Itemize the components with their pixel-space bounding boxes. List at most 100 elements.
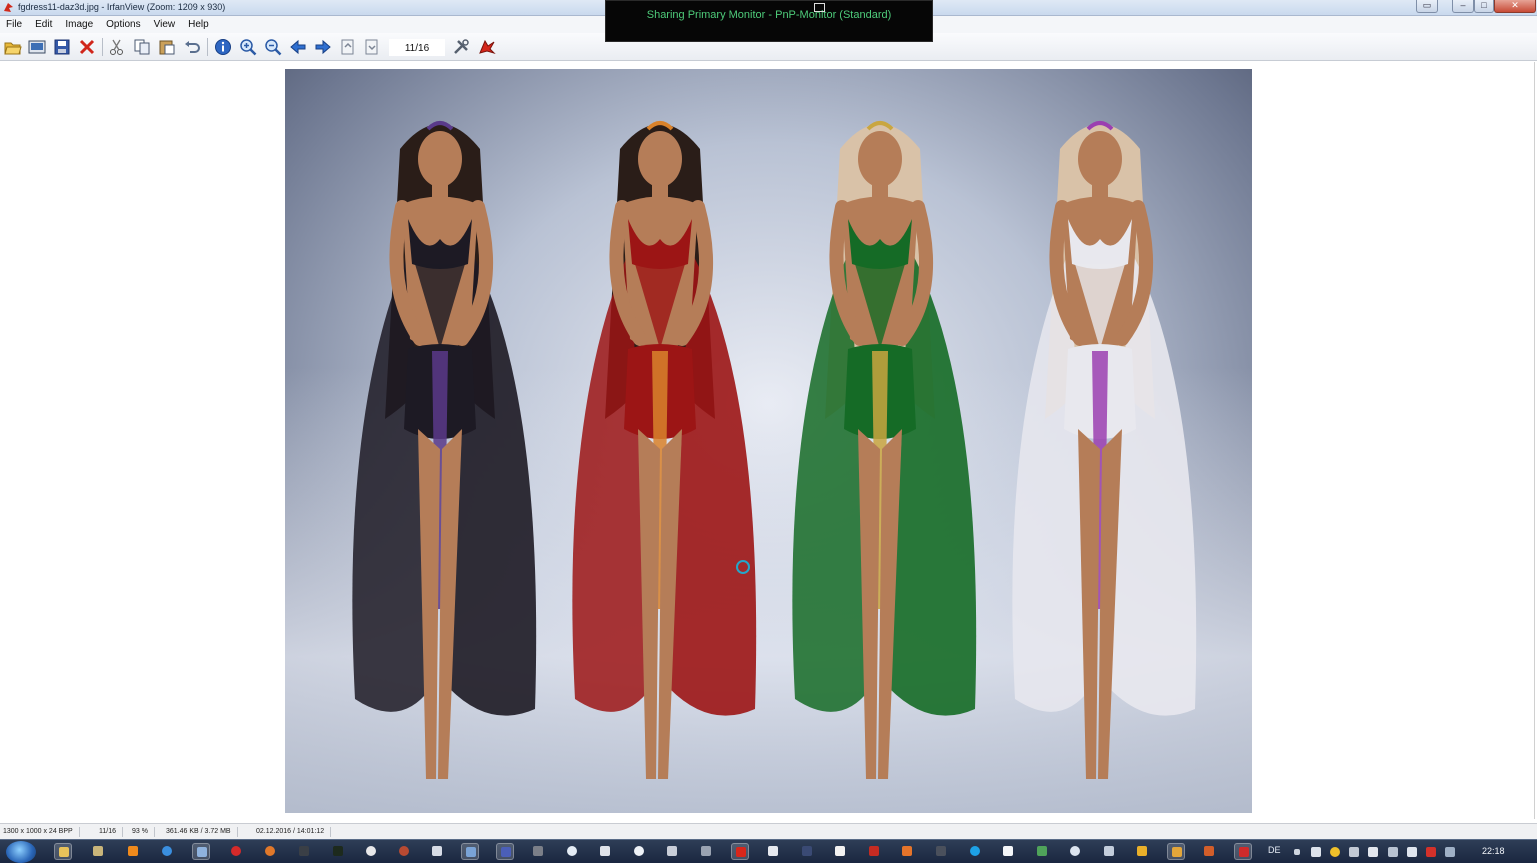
open-icon[interactable] xyxy=(3,37,23,57)
status-bar: 1300 x 1000 x 24 BPP 11/16 93 % 361.46 K… xyxy=(0,823,1537,839)
tray-volume-icon[interactable] xyxy=(1407,847,1417,857)
undo-icon[interactable] xyxy=(182,37,202,57)
tray-app-icon[interactable] xyxy=(1311,847,1321,857)
explorer-task-icon[interactable] xyxy=(54,843,72,860)
about-icon[interactable] xyxy=(477,37,497,57)
zoom-out-icon[interactable] xyxy=(263,37,283,57)
app-butterfly2-task-icon[interactable] xyxy=(1200,843,1218,860)
tray-network-icon[interactable] xyxy=(1388,847,1398,857)
next-icon[interactable] xyxy=(313,37,333,57)
app-z-task-icon[interactable] xyxy=(428,843,446,860)
irfanview-logo-icon xyxy=(4,3,13,12)
zoom-in-icon[interactable] xyxy=(238,37,258,57)
copy-icon[interactable] xyxy=(132,37,152,57)
menu-file[interactable]: File xyxy=(6,19,22,30)
app-red-task-icon[interactable] xyxy=(395,843,413,860)
status-filesize: 361.46 KB / 3.72 MB xyxy=(166,827,238,837)
figure-black-dress xyxy=(330,89,550,809)
slideshow-icon[interactable] xyxy=(27,37,47,57)
status-datetime: 02.12.2016 / 14:01:12 xyxy=(256,827,332,837)
start-button[interactable] xyxy=(6,841,36,863)
firefox-task-icon[interactable] xyxy=(261,843,279,860)
windows-taskbar: DE 22:18 xyxy=(0,839,1537,863)
app-doc-task-icon[interactable] xyxy=(764,843,782,860)
app-gray2-task-icon[interactable] xyxy=(932,843,950,860)
status-zoom: 93 % xyxy=(132,827,155,837)
monitor-task-icon[interactable] xyxy=(1100,843,1118,860)
delete-icon[interactable] xyxy=(77,37,97,57)
last-page-icon[interactable] xyxy=(362,37,382,57)
app-swirl-task-icon[interactable] xyxy=(563,843,581,860)
previous-icon[interactable] xyxy=(288,37,308,57)
menu-options[interactable]: Options xyxy=(106,19,140,30)
sharing-banner-text: Sharing Primary Monitor - PnP-Monitor (S… xyxy=(646,9,892,21)
app-k-task-icon[interactable] xyxy=(798,843,816,860)
app-grey-task-icon[interactable] xyxy=(529,843,547,860)
terminal-task-icon[interactable] xyxy=(329,843,347,860)
status-index: 11/16 xyxy=(99,827,123,837)
app-grid-task-icon[interactable] xyxy=(1167,843,1185,860)
sharing-monitor-icon[interactable] xyxy=(814,3,825,12)
figure-white-dress xyxy=(990,89,1210,809)
filezilla-task-icon[interactable] xyxy=(865,843,883,860)
tray-tool-icon[interactable] xyxy=(1349,847,1359,857)
opera-task-icon[interactable] xyxy=(227,843,245,860)
figure-red-dress xyxy=(550,89,770,809)
save-icon[interactable] xyxy=(52,37,72,57)
toolbar-separator xyxy=(207,38,208,56)
app-e-task-icon[interactable] xyxy=(1066,843,1084,860)
app-dash-task-icon[interactable] xyxy=(697,843,715,860)
ie-task-icon[interactable] xyxy=(158,843,176,860)
window-title: fgdress11-daz3d.jpg - IrfanView (Zoom: 1… xyxy=(18,2,226,12)
displayed-image xyxy=(285,69,1252,813)
first-page-icon[interactable] xyxy=(338,37,358,57)
app-pen-task-icon[interactable] xyxy=(1133,843,1151,860)
menu-edit[interactable]: Edit xyxy=(35,19,52,30)
clock-task-icon[interactable] xyxy=(362,843,380,860)
app-gear-task-icon[interactable] xyxy=(461,843,479,860)
cut-icon[interactable] xyxy=(107,37,127,57)
image-canvas[interactable] xyxy=(2,62,1535,819)
close-button[interactable]: ✕ xyxy=(1494,0,1536,13)
status-dimensions: 1300 x 1000 x 24 BPP xyxy=(3,827,80,837)
app-butterfly-task-icon[interactable] xyxy=(898,843,916,860)
busy-cursor-icon xyxy=(736,560,750,574)
tray-expand-icon[interactable] xyxy=(1294,849,1300,855)
skype-task-icon[interactable] xyxy=(966,843,984,860)
menu-help[interactable]: Help xyxy=(188,19,209,30)
properties-icon[interactable] xyxy=(451,37,471,57)
app-photo-task-icon[interactable] xyxy=(831,843,849,860)
screen-sharing-banner: Sharing Primary Monitor - PnP-Monitor (S… xyxy=(605,0,933,42)
figure-illustration xyxy=(572,121,757,779)
tool-task-icon[interactable] xyxy=(89,843,107,860)
daz-studio-task-icon[interactable] xyxy=(295,843,313,860)
tray-sync-icon[interactable] xyxy=(1445,847,1455,857)
page-indicator: 11/16 xyxy=(389,39,445,56)
figure-illustration xyxy=(792,121,977,779)
app-shield-task-icon[interactable] xyxy=(1234,843,1252,860)
app-x-task-icon[interactable] xyxy=(596,843,614,860)
notepad-task-icon[interactable] xyxy=(999,843,1017,860)
figure-green-dress xyxy=(770,89,990,809)
info-icon[interactable] xyxy=(213,37,233,57)
chat-task-icon[interactable] xyxy=(630,843,648,860)
vlc-task-icon[interactable] xyxy=(124,843,142,860)
menu-view[interactable]: View xyxy=(154,19,176,30)
maximize-button[interactable]: □ xyxy=(1474,0,1494,13)
app-task-icon[interactable] xyxy=(192,843,210,860)
paste-icon[interactable] xyxy=(157,37,177,57)
tray-mail-icon[interactable] xyxy=(1426,847,1436,857)
irfanview-task-icon[interactable] xyxy=(731,843,749,860)
menu-image[interactable]: Image xyxy=(65,19,93,30)
language-indicator[interactable]: DE xyxy=(1268,845,1281,855)
app-uv-task-icon[interactable] xyxy=(663,843,681,860)
app-tree-task-icon[interactable] xyxy=(1033,843,1051,860)
minimize-button[interactable]: – xyxy=(1452,0,1474,13)
tray-flag-icon[interactable] xyxy=(1368,847,1378,857)
taskbar-clock[interactable]: 22:18 xyxy=(1482,846,1505,856)
irfanview-window: fgdress11-daz3d.jpg - IrfanView (Zoom: 1… xyxy=(0,0,1537,863)
restore-alt-button[interactable]: ▭ xyxy=(1416,0,1438,13)
tray-norton-icon[interactable] xyxy=(1330,847,1340,857)
figure-illustration xyxy=(352,121,537,779)
ultraedit-task-icon[interactable] xyxy=(496,843,514,860)
